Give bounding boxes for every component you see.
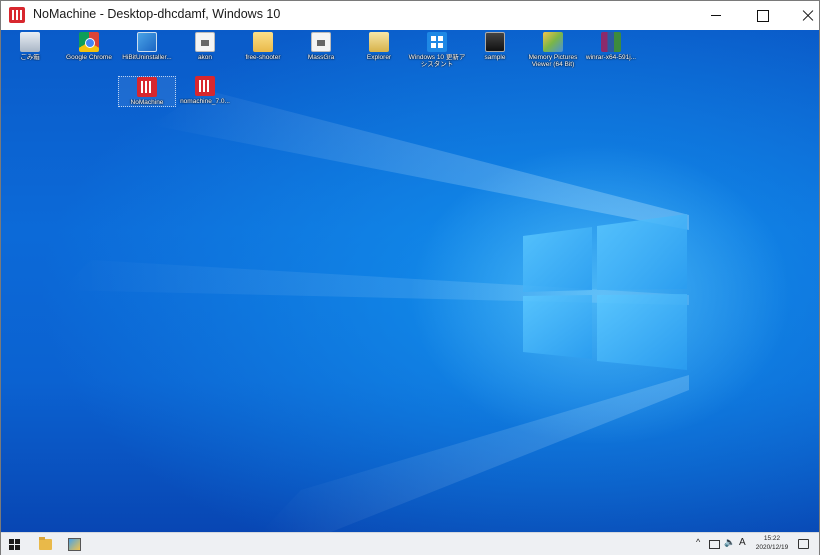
clock-time: 15:22 — [763, 535, 781, 542]
uninstaller-icon — [137, 32, 157, 52]
sample-icon — [485, 32, 505, 52]
file-icon — [195, 32, 215, 52]
minimize-button[interactable] — [693, 1, 739, 30]
desktop-icon-explorer[interactable]: Explorer — [350, 32, 408, 61]
chrome-icon — [79, 32, 99, 52]
desktop-icon-uninstaller[interactable]: HiBitUninstaller... — [118, 32, 176, 61]
title-bar[interactable]: NoMachine - Desktop-dhcdamf, Windows 10 — [1, 1, 819, 30]
window-title: NoMachine - Desktop-dhcdamf, Windows 10 — [33, 7, 281, 21]
ime-indicator[interactable]: A — [739, 537, 746, 548]
taskbar: ^ 🔈 A 15:22 2020/12/19 — [1, 532, 819, 555]
file-icon — [311, 32, 331, 52]
file-explorer-icon[interactable] — [39, 537, 52, 550]
winrar-icon — [601, 32, 621, 52]
app-icon[interactable] — [68, 538, 81, 551]
desktop-icon-memory-pictures-viewer[interactable]: Memory Pictures Viewer (64 Bit) — [524, 32, 582, 68]
folder-icon — [253, 32, 273, 52]
desktop-icon-nomachine-installer[interactable]: nomachine_7.0... — [176, 76, 234, 105]
picture-viewer-icon — [543, 32, 563, 52]
chevron-up-icon[interactable]: ^ — [696, 537, 700, 547]
clock[interactable]: 15:22 2020/12/19 — [752, 534, 792, 552]
recycle-bin-icon — [20, 32, 40, 52]
nomachine-window: NoMachine - Desktop-dhcdamf, Windows 10 — [0, 0, 820, 555]
nomachine-icon — [9, 7, 25, 23]
network-icon[interactable] — [709, 540, 720, 549]
windows-start-icon[interactable] — [9, 539, 21, 551]
desktop-icon-chrome[interactable]: Google Chrome — [60, 32, 118, 61]
windows-icon — [427, 32, 447, 52]
desktop-icon-massgra[interactable]: MassGra — [292, 32, 350, 61]
remote-desktop[interactable]: ごみ箱 Google Chrome HiBitUninstaller... ak… — [1, 30, 819, 532]
close-button[interactable] — [785, 1, 820, 30]
nomachine-icon — [137, 77, 157, 97]
notification-icon[interactable] — [798, 539, 809, 549]
volume-icon[interactable]: 🔈 — [724, 537, 735, 548]
desktop-icon-akon[interactable]: akon — [176, 32, 234, 61]
clock-date: 2020/12/19 — [755, 544, 789, 551]
explorer-icon — [369, 32, 389, 52]
desktop-icon-recycle-bin[interactable]: ごみ箱 — [1, 32, 59, 61]
desktop-icon-winrar[interactable]: winrar-x64-591j... — [582, 32, 640, 61]
nomachine-icon — [195, 76, 215, 96]
desktop-icon-windows-update-assistant[interactable]: Windows 10 更新アシスタント — [408, 32, 466, 68]
desktop-icon-nomachine[interactable]: NoMachine — [118, 76, 176, 107]
maximize-button[interactable] — [739, 1, 785, 30]
desktop-icon-free-shooter[interactable]: free-shooter — [234, 32, 292, 61]
desktop-icon-sample[interactable]: sample — [466, 32, 524, 61]
